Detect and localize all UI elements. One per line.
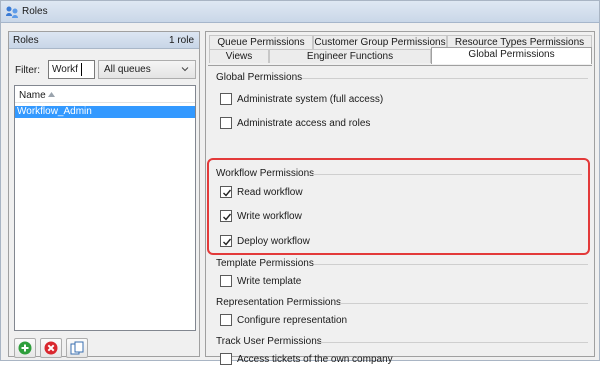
list-item[interactable]: Workflow_Admin	[15, 106, 195, 118]
chevron-down-icon	[181, 67, 189, 72]
checkbox-box[interactable]	[220, 186, 232, 198]
filter-input[interactable]: Workf	[48, 60, 95, 79]
checkbox-box[interactable]	[220, 117, 232, 129]
roles-panel-title: Roles	[13, 35, 39, 46]
permission-tabs: Queue Permissions Customer Group Permiss…	[206, 32, 594, 65]
checkbox-box[interactable]	[220, 210, 232, 222]
queue-select-value: All queues	[104, 64, 151, 75]
name-column-header[interactable]: Name	[15, 86, 195, 103]
remove-icon	[44, 341, 58, 355]
checkbox-label: Write workflow	[237, 211, 302, 222]
name-column-label: Name	[19, 90, 46, 101]
check-icon	[223, 213, 232, 221]
checkbox-label: Administrate access and roles	[237, 118, 371, 129]
section-divider	[340, 303, 588, 304]
roles-window: Roles Roles 1 role Filter: Workf All que…	[0, 0, 600, 365]
section-global-permissions: Global Permissions	[216, 72, 303, 83]
copy-role-button[interactable]	[66, 338, 88, 358]
checkbox-label: Write template	[237, 276, 302, 287]
tab-views[interactable]: Views	[209, 49, 269, 63]
section-divider	[302, 78, 588, 79]
checkbox-label: Configure representation	[237, 315, 348, 326]
section-track-user-permissions: Track User Permissions	[216, 336, 322, 347]
window-title: Roles	[22, 6, 48, 17]
section-template-permissions: Template Permissions	[216, 258, 314, 269]
section-divider	[314, 264, 588, 265]
checkbox-box[interactable]	[220, 235, 232, 247]
tab-queue-permissions[interactable]: Queue Permissions	[209, 35, 313, 49]
copy-icon	[70, 341, 84, 355]
section-divider	[318, 342, 588, 343]
permissions-panel: Queue Permissions Customer Group Permiss…	[205, 31, 595, 365]
delete-role-button[interactable]	[40, 338, 62, 358]
filter-label: Filter:	[15, 65, 40, 76]
checkbox-label: Read workflow	[237, 187, 303, 198]
checkbox-label: Deploy workflow	[237, 236, 310, 247]
roles-panel: Roles 1 role Filter: Workf All queues Na…	[8, 31, 200, 358]
tab-engineer-functions[interactable]: Engineer Functions	[269, 49, 431, 63]
global-permissions-content: Global Permissions Administrate system (…	[207, 65, 592, 365]
checkbox-box[interactable]	[220, 353, 232, 365]
checkbox-label: Administrate system (full access)	[237, 94, 384, 105]
section-representation-permissions: Representation Permissions	[216, 297, 342, 308]
add-icon	[18, 341, 32, 355]
tab-global-permissions[interactable]: Global Permissions	[431, 47, 592, 64]
check-icon	[223, 238, 232, 246]
checkbox-label: Access tickets of the own company	[237, 354, 393, 365]
queue-select[interactable]: All queues	[98, 60, 196, 79]
roles-panel-header: Roles 1 role	[9, 32, 199, 49]
section-divider	[312, 174, 582, 175]
checkbox-box[interactable]	[220, 314, 232, 326]
checkbox-box[interactable]	[220, 275, 232, 287]
add-role-button[interactable]	[14, 338, 36, 358]
roles-count: 1 role	[168, 35, 194, 46]
roles-list[interactable]: Name Workflow_Admin	[14, 85, 196, 331]
section-workflow-permissions: Workflow Permissions	[216, 168, 315, 179]
sort-up-icon	[48, 92, 55, 97]
checkbox-box[interactable]	[220, 93, 232, 105]
check-icon	[223, 189, 232, 197]
roles-icon	[6, 6, 18, 18]
title-bar: Roles	[1, 1, 599, 23]
tab-customer-group-permissions[interactable]: Customer Group Permissions	[313, 35, 447, 49]
